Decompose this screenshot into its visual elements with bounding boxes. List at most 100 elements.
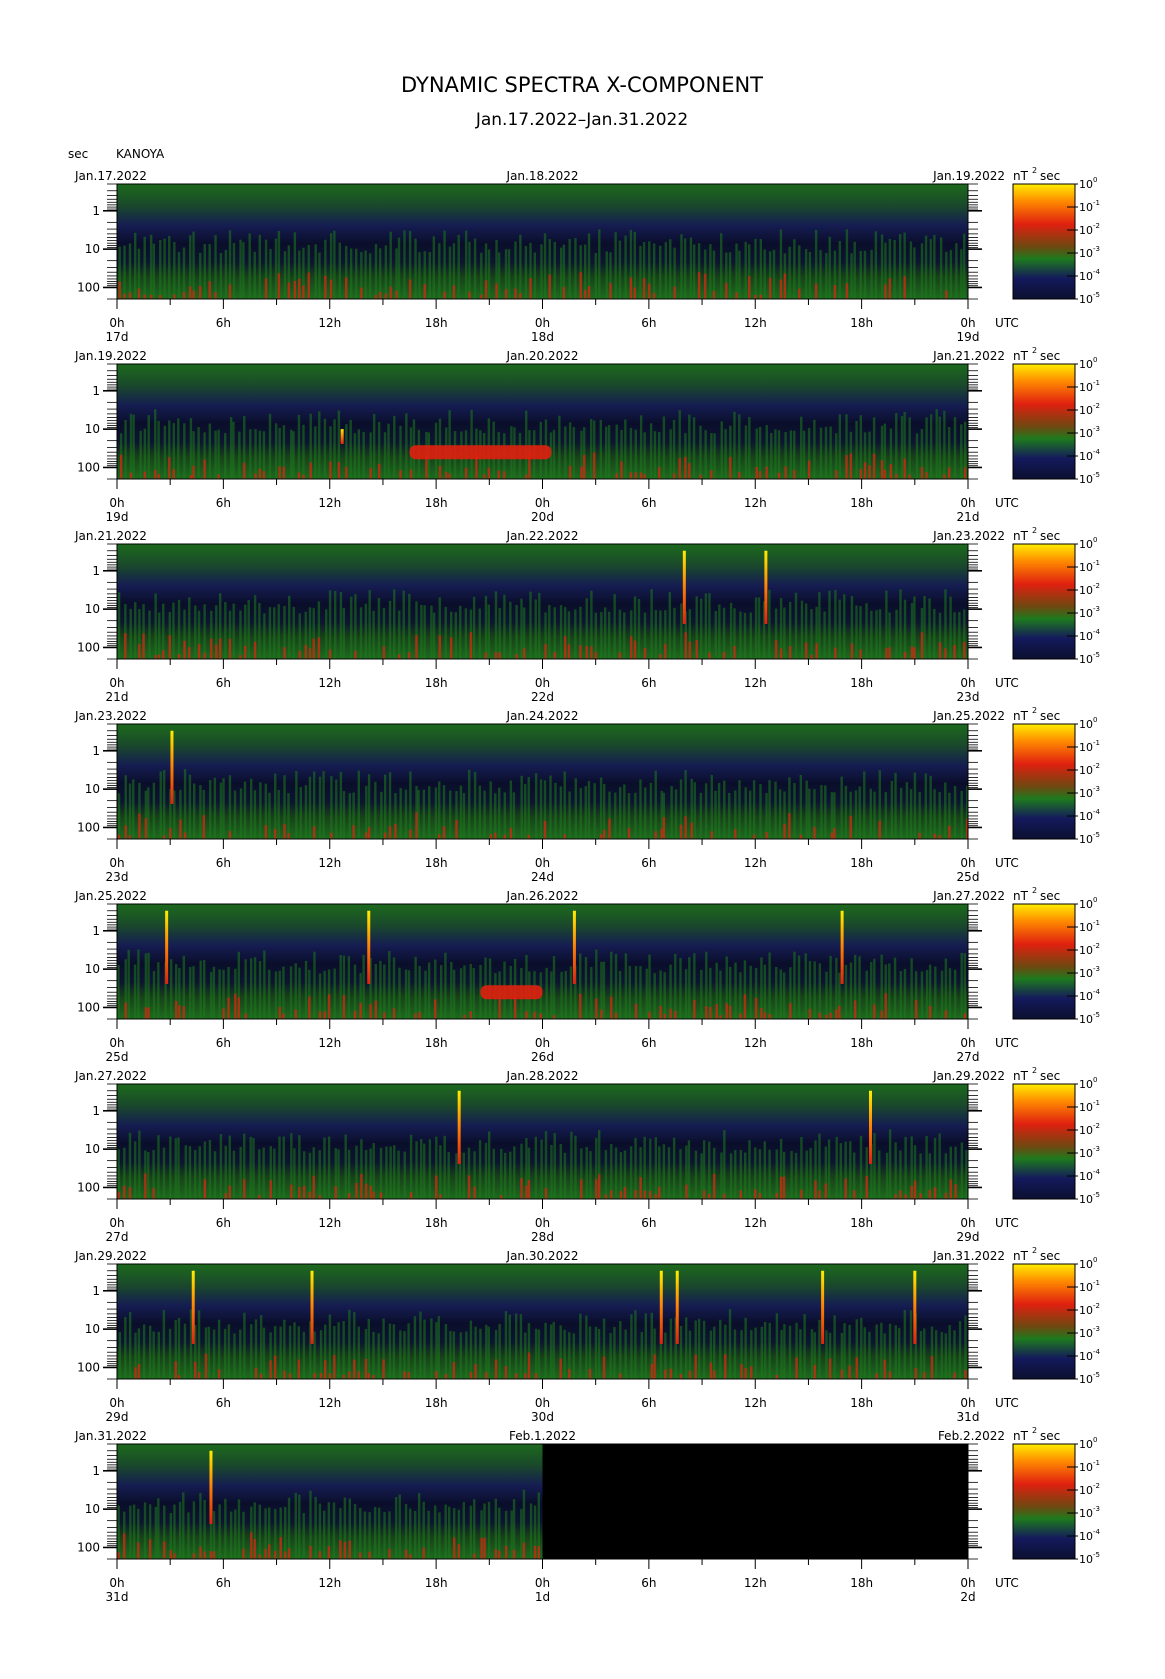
x-tick-label: 12h: [318, 856, 341, 870]
activity-mark: [239, 1329, 242, 1379]
activity-mark: [273, 1148, 276, 1199]
activity-mark: [845, 455, 848, 479]
activity-mark: [224, 1498, 227, 1559]
activity-mark: [192, 465, 195, 479]
activity-mark: [118, 281, 121, 299]
activity-mark: [618, 609, 622, 659]
activity-mark: [525, 1011, 528, 1019]
activity-mark: [478, 608, 481, 659]
activity-mark: [182, 1006, 186, 1019]
activity-mark: [339, 1540, 342, 1559]
activity-mark: [292, 607, 295, 659]
activity-mark: [939, 237, 943, 299]
activity-mark: [385, 1146, 388, 1199]
activity-mark: [893, 239, 896, 299]
activity-mark: [544, 1322, 547, 1379]
activity-mark: [452, 1361, 456, 1379]
activity-mark: [172, 602, 175, 659]
activity-mark: [890, 780, 894, 839]
activity-mark: [268, 413, 272, 479]
activity-mark: [117, 834, 121, 839]
activity-mark: [672, 473, 676, 479]
activity-mark: [134, 1367, 137, 1379]
activity-mark: [254, 473, 257, 479]
colorbar: [1012, 723, 1076, 840]
activity-mark: [552, 1015, 556, 1019]
activity-mark: [328, 649, 332, 659]
activity-mark: [274, 828, 277, 839]
activity-mark: [743, 612, 747, 659]
activity-mark: [813, 419, 816, 479]
activity-mark: [494, 793, 497, 839]
activity-mark: [859, 250, 862, 299]
x-tick-label: 6h: [216, 676, 231, 690]
activity-mark: [590, 967, 593, 1019]
x-axis-label: UTC: [995, 676, 1019, 690]
activity-mark: [264, 278, 268, 299]
activity-mark: [158, 654, 161, 659]
x-tick-label: 18h: [850, 676, 873, 690]
colorbar-tick-exponent: -3: [1093, 1325, 1100, 1333]
activity-mark: [574, 1135, 577, 1199]
activity-mark: [359, 1003, 362, 1019]
activity-mark: [203, 244, 206, 299]
activity-mark: [814, 1180, 817, 1199]
activity-mark: [438, 834, 441, 839]
x-tick-label: 12h: [744, 1216, 767, 1230]
activity-mark: [377, 1333, 380, 1379]
activity-mark: [634, 1003, 638, 1019]
activity-mark: [918, 832, 921, 839]
colorbar: [1012, 1083, 1076, 1200]
activity-mark: [353, 1359, 356, 1379]
activity-mark: [708, 1141, 711, 1199]
activity-mark: [487, 1501, 491, 1559]
activity-mark: [258, 1554, 261, 1559]
activity-mark: [209, 1551, 213, 1559]
activity-mark: [227, 997, 230, 1019]
activity-mark: [654, 1137, 658, 1199]
activity-mark: [653, 973, 656, 1019]
colorbar-tick-exponent: -1: [1093, 1459, 1100, 1467]
activity-mark: [124, 1002, 127, 1019]
y-tick-label: 10: [85, 602, 100, 616]
colorbar-tick-label: 10: [1079, 450, 1093, 463]
x-tick-label: 6h: [641, 1576, 656, 1590]
activity-mark: [372, 1375, 375, 1379]
activity-mark: [520, 775, 523, 839]
activity-mark: [943, 410, 946, 479]
colorbar-tick-label: 10: [1079, 741, 1093, 754]
activity-mark: [783, 823, 786, 839]
spectrogram-panel: Jan.21.2022 Jan.22.2022 Jan.23.2022 nT 2 sec1…: [74, 526, 1101, 704]
colorbar-tick-exponent: -4: [1093, 448, 1101, 456]
activity-mark: [515, 654, 518, 659]
activity-mark: [824, 426, 828, 479]
activity-mark: [672, 419, 676, 479]
activity-mark: [202, 815, 205, 839]
activity-mark: [448, 410, 451, 479]
activity-mark: [148, 1539, 152, 1559]
colorbar-tick-label: 10: [1079, 810, 1093, 823]
panel-right-date: Jan.21.2022: [932, 349, 1005, 363]
colorbar-tick-label: 10: [1079, 921, 1093, 934]
activity-mark: [692, 244, 696, 299]
activity-mark: [710, 774, 713, 839]
activity-mark: [333, 419, 336, 479]
activity-mark: [825, 1015, 828, 1019]
activity-mark: [898, 234, 902, 299]
colorbar-tick-exponent: 0: [1093, 716, 1097, 724]
day-label: 22d: [531, 690, 554, 704]
activity-mark: [634, 1310, 637, 1379]
activity-mark: [550, 1144, 553, 1199]
activity-mark: [383, 432, 387, 479]
activity-mark: [512, 792, 516, 839]
activity-mark: [865, 603, 868, 659]
day-label: 19d: [106, 510, 129, 524]
activity-mark: [353, 964, 357, 1019]
activity-mark: [414, 238, 417, 299]
activity-mark: [438, 1512, 441, 1559]
activity-mark: [659, 1006, 662, 1019]
activity-mark: [520, 1509, 523, 1559]
panel-right-date: Jan.27.2022: [932, 889, 1005, 903]
activity-mark: [858, 956, 861, 1019]
activity-mark: [963, 467, 967, 479]
